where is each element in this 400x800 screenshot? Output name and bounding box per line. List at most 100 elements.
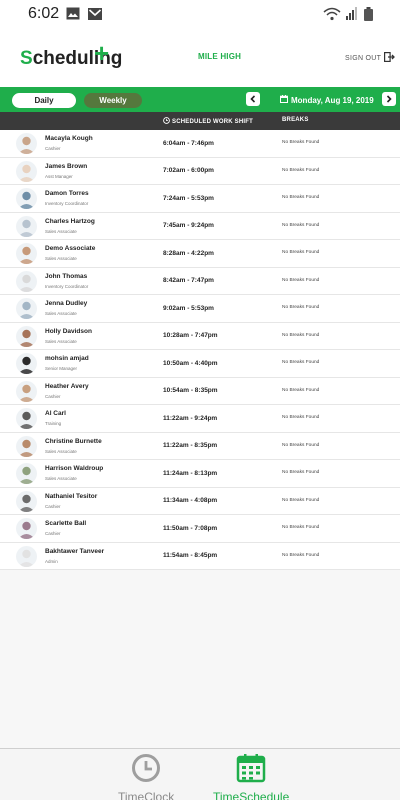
table-row[interactable]: Al Carl Training 11:22am - 9:24pm No Breaks…: [0, 405, 400, 433]
battery-icon: [364, 7, 373, 26]
employee-name: John Thomas: [45, 272, 88, 280]
breaks-status: No Breaks Found: [282, 250, 320, 255]
avatar: [16, 380, 37, 402]
next-day-button[interactable]: [382, 92, 396, 106]
schedule-list: Macayla Kough Cashier 6:04am - 7:46pm No Br…: [0, 130, 400, 570]
status-bar: 6:02: [0, 0, 400, 28]
scheduled-shift: 7:02am - 6:00pm: [163, 167, 214, 174]
previous-day-button[interactable]: [246, 92, 260, 106]
employee-role: Asst Manager: [45, 173, 73, 179]
avatar: [16, 215, 37, 237]
table-row[interactable]: Heather Avery Cashier 10:54am - 8:35pm No B…: [0, 377, 400, 405]
breaks-status: No Breaks Found: [282, 167, 320, 173]
employee-name: Heather Avery: [45, 382, 89, 390]
employee-name: Scarlette Ball: [45, 520, 87, 527]
scheduled-shift: 11:54am - 8:45pm: [163, 552, 218, 559]
breaks-status: No Breaks Found: [282, 195, 320, 200]
scheduled-shift: 8:42am - 7:47pm: [163, 277, 214, 284]
table-row[interactable]: Nathaniel Tesitor Cashier 11:34am - 4:08pm…: [0, 487, 400, 515]
avatar: [16, 435, 37, 457]
employee-name: Demo Associate: [45, 245, 96, 252]
logo-letter: S: [20, 48, 33, 69]
avatar: [16, 270, 37, 292]
avatar: [16, 408, 37, 429]
breaks-status: No Breaks Found: [282, 140, 320, 145]
breaks-status: No Breaks Found: [282, 525, 320, 530]
scheduled-shift: 6:04am - 7:46pm: [163, 139, 214, 147]
table-row[interactable]: Harrison Waldroup Sales Associate 11:24am …: [0, 460, 400, 488]
employee-name: Charles Hartzog: [45, 217, 95, 225]
employee-name: Bakhtawer Tanveer: [45, 547, 105, 555]
table-row[interactable]: Scarlette Ball Cashier 11:50am - 7:08pm No …: [0, 515, 400, 543]
breaks-status: No Breaks Found: [282, 305, 320, 310]
employee-role: Inventory Coordinator: [45, 283, 89, 289]
table-row[interactable]: Christine Burnette Sales Associate 11:22am…: [0, 432, 400, 460]
employee-role: Sales Associate: [45, 256, 77, 261]
employee-name: Jenna Dudley: [45, 300, 88, 307]
sign-out-button[interactable]: SIGN OUT: [345, 52, 396, 64]
chevron-right-icon: [385, 90, 393, 108]
sign-out-label: SIGN OUT: [345, 54, 382, 62]
avatar: [16, 353, 37, 374]
nav-timeschedule[interactable]: TimeSchedule: [213, 753, 289, 800]
tab-weekly[interactable]: Weekly: [84, 93, 142, 108]
scheduled-shift: 11:34am - 4:08pm: [163, 497, 218, 504]
empty-area: [0, 570, 400, 748]
bottom-navigation: TimeClock TimeSchedule: [0, 748, 400, 800]
scheduled-shift: 11:24am - 8:13pm: [163, 469, 218, 477]
calendar-icon: [280, 95, 288, 105]
employee-role: Admin: [45, 558, 58, 564]
table-row[interactable]: mohsin amjad Senior Manager 10:50am - 4:40…: [0, 350, 400, 378]
current-date: Monday, Aug 19, 2019: [291, 95, 374, 105]
table-row[interactable]: James Brown Asst Manager 7:02am - 6:00pm No…: [0, 157, 400, 185]
tab-daily[interactable]: Daily: [12, 93, 76, 108]
employee-role: Cashier: [45, 503, 61, 509]
nav-timeclock[interactable]: TimeClock: [118, 753, 174, 800]
schedule-toolbar: Daily Weekly Monday, Aug 19, 2019: [0, 87, 400, 112]
table-row[interactable]: Jenna Dudley Sales Associate 9:02am - 5:53…: [0, 295, 400, 323]
table-row[interactable]: Macayla Kough Cashier 6:04am - 7:46pm No Br…: [0, 130, 400, 158]
scheduled-shift: 11:50am - 7:08pm: [163, 524, 218, 532]
table-row[interactable]: Damon Torres Inventory Coordinator 7:24am …: [0, 185, 400, 213]
employee-name: Nathaniel Tesitor: [45, 492, 98, 500]
nav-timeclock-label: TimeClock: [118, 790, 175, 800]
employee-role: Cashier: [45, 393, 61, 399]
employee-role: Inventory Coordinator: [45, 201, 89, 206]
employee-name: Christine Burnette: [45, 437, 102, 445]
table-row[interactable]: John Thomas Inventory Coordinator 8:42am -…: [0, 267, 400, 295]
chevron-left-icon: [249, 90, 257, 108]
table-row[interactable]: Demo Associate Sales Associate 8:28am - 4:…: [0, 240, 400, 268]
employee-name: Harrison Waldroup: [45, 465, 104, 472]
avatar: [16, 518, 37, 539]
table-row[interactable]: Holly Davidson Sales Associate 10:28am - 7…: [0, 322, 400, 350]
scheduled-shift: 10:54am - 8:35pm: [163, 387, 218, 394]
column-shift-label: SCHEDULED WORK SHIFT: [172, 118, 253, 125]
date-selector[interactable]: Monday, Aug 19, 2019: [280, 95, 374, 105]
table-row[interactable]: Charles Hartzog Sales Associate 7:45am - 9…: [0, 212, 400, 240]
employee-role: Sales Associate: [45, 448, 77, 454]
column-shift: SCHEDULED WORK SHIFT: [163, 117, 253, 126]
wifi-icon: [323, 7, 341, 26]
avatar: [16, 188, 37, 209]
employee-name: Holly Davidson: [45, 327, 92, 335]
scheduled-shift: 11:22am - 9:24pm: [163, 414, 218, 422]
status-time: 6:02: [28, 5, 60, 22]
scheduled-shift: 10:50am - 4:40pm: [163, 359, 218, 367]
breaks-status: No Breaks Found: [282, 552, 320, 558]
logo-plus-icon: +: [94, 38, 110, 68]
avatar: [16, 243, 37, 264]
employee-name: Al Carl: [45, 410, 66, 417]
employee-name: Damon Torres: [45, 190, 89, 197]
signal-icon: [346, 7, 358, 25]
employee-role: Senior Manager: [45, 366, 78, 371]
avatar: [16, 133, 37, 154]
table-row[interactable]: Bakhtawer Tanveer Admin 11:54am - 8:45pm No…: [0, 542, 400, 570]
gmail-icon: [88, 7, 102, 25]
avatar: [16, 463, 37, 484]
column-header: SCHEDULED WORK SHIFT BREAKS: [0, 112, 400, 130]
avatar: [16, 298, 37, 319]
avatar: [16, 160, 37, 182]
employee-role: Training: [45, 421, 62, 426]
scheduled-shift: 9:02am - 5:53pm: [163, 304, 214, 312]
nav-timeschedule-label: TimeSchedule: [213, 790, 290, 800]
